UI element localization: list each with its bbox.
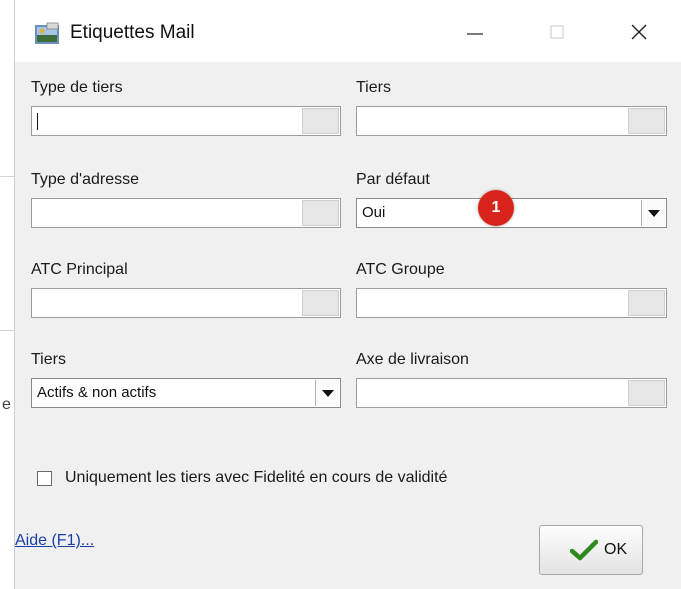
atc-groupe-field[interactable] xyxy=(356,288,667,318)
tiers-field[interactable] xyxy=(356,106,667,136)
atc-groupe-lookup-button[interactable] xyxy=(628,290,665,316)
window-title: Etiquettes Mail xyxy=(70,22,195,43)
fidelite-checkbox-label[interactable]: Uniquement les tiers avec Fidelité en co… xyxy=(65,469,447,487)
axe-livraison-label: Axe de livraison xyxy=(356,351,469,368)
chevron-down-icon xyxy=(648,210,660,217)
axe-livraison-lookup-button[interactable] xyxy=(628,380,665,406)
atc-principal-field[interactable] xyxy=(31,288,341,318)
tiers-label: Tiers xyxy=(356,79,391,96)
ok-button-label: OK xyxy=(604,541,628,558)
par-defaut-label: Par défaut xyxy=(356,171,430,188)
close-icon xyxy=(631,24,647,40)
background-line xyxy=(0,330,14,331)
type-tiers-label: Type de tiers xyxy=(31,79,123,96)
maximize-button xyxy=(527,12,587,52)
background-line xyxy=(0,176,14,177)
maximize-icon xyxy=(550,25,564,39)
atc-principal-label: ATC Principal xyxy=(31,261,128,278)
type-tiers-lookup-button[interactable] xyxy=(302,108,339,134)
type-adresse-label: Type d'adresse xyxy=(31,171,140,188)
close-button[interactable] xyxy=(609,12,669,52)
atc-principal-lookup-button[interactable] xyxy=(302,290,339,316)
chevron-down-icon xyxy=(322,390,334,397)
minimize-icon xyxy=(467,33,483,35)
ok-button[interactable]: OK xyxy=(539,525,643,575)
par-defaut-value: Oui xyxy=(362,204,386,221)
atc-groupe-label: ATC Groupe xyxy=(356,261,445,278)
checkmark-icon xyxy=(570,539,598,561)
type-adresse-lookup-button[interactable] xyxy=(302,200,339,226)
title-bar[interactable]: Etiquettes Mail xyxy=(15,0,681,62)
fidelite-checkbox[interactable] xyxy=(37,471,52,486)
minimize-button[interactable] xyxy=(445,12,505,52)
app-icon xyxy=(35,22,59,44)
background-text-fragment: e xyxy=(2,396,11,413)
annotation-badge: 1 xyxy=(478,190,514,226)
text-cursor xyxy=(37,113,38,130)
tiers-filter-select[interactable]: Actifs & non actifs xyxy=(31,378,341,408)
tiers-filter-label: Tiers xyxy=(31,351,66,368)
tiers-lookup-button[interactable] xyxy=(628,108,665,134)
tiers-filter-value: Actifs & non actifs xyxy=(37,384,157,401)
help-link[interactable]: Aide (F1)... xyxy=(15,532,94,550)
axe-livraison-field[interactable] xyxy=(356,378,667,408)
type-adresse-field[interactable] xyxy=(31,198,341,228)
dialog-body: Type de tiers Tiers Type d'adresse Par d… xyxy=(15,62,681,589)
background-app-edge xyxy=(0,0,14,589)
par-defaut-dropdown-button[interactable] xyxy=(641,200,665,226)
tiers-filter-dropdown-button[interactable] xyxy=(315,380,339,406)
type-tiers-field[interactable] xyxy=(31,106,341,136)
dialog-window: Etiquettes Mail Type de tiers Tiers Type… xyxy=(14,0,681,589)
